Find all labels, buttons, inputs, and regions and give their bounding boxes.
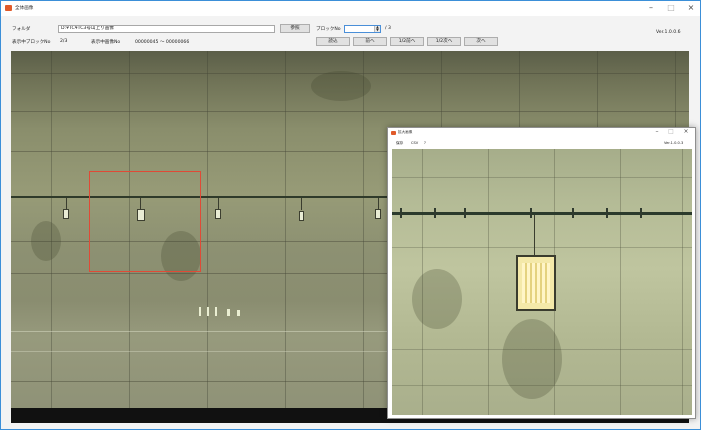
lamp-wire (301, 198, 302, 210)
title-bar: 全体画像 – □ × (1, 1, 700, 16)
close-icon[interactable]: × (681, 3, 700, 14)
zoomed-tunnel-lamp (516, 255, 556, 311)
cable-bracket (434, 208, 436, 218)
overhead-cable (392, 212, 692, 215)
main-window: 全体画像 – □ × フォルダ D:¥TC¥TC3号山上り画像 参照 ブロックN… (0, 0, 701, 430)
tunnel-lamp (215, 209, 221, 219)
half-prev-button[interactable]: 1/2前へ (390, 37, 424, 46)
folder-label: フォルダ (12, 27, 31, 32)
segment-joint (488, 149, 489, 415)
load-button[interactable]: 読込 (316, 37, 350, 46)
scan-line (11, 111, 689, 112)
zoom-title-bar: 拡大画像 – □ × (388, 128, 695, 138)
cable-bracket (606, 208, 608, 218)
scan-line (392, 247, 692, 248)
segment-joint (363, 51, 364, 408)
tunnel-lamp (375, 209, 381, 219)
wall-stain (412, 269, 462, 329)
next-button[interactable]: 次へ (464, 37, 498, 46)
tunnel-lamp (63, 209, 69, 219)
block-no-spinner[interactable]: ▲ ▼ (344, 25, 381, 33)
cable-bracket (530, 208, 532, 218)
road-mark (237, 310, 240, 316)
wall-stain (502, 319, 562, 399)
display-image-label: 表示中画像No (91, 40, 121, 45)
block-no-label: ブロックNo (316, 27, 341, 32)
cable-bracket (464, 208, 466, 218)
wall-stain (31, 221, 61, 261)
segment-joint (620, 149, 621, 415)
display-image-value: 00000045 〜 00000066 (135, 40, 190, 45)
tunnel-lamp (299, 211, 304, 221)
prev-button[interactable]: 前へ (353, 37, 387, 46)
spinner-arrow-icon[interactable]: ▲ ▼ (374, 25, 380, 32)
segment-joint (682, 149, 683, 415)
zoom-app-icon (391, 131, 396, 135)
menu-help[interactable]: ? (424, 141, 426, 145)
version-label: Ver.1.0.0.6 (656, 30, 681, 35)
wall-stain (311, 71, 371, 101)
lamp-wire (534, 215, 535, 255)
scan-line (392, 177, 692, 178)
menu-save[interactable]: 保存 (396, 141, 403, 146)
zoomed-image[interactable] (392, 149, 692, 415)
minimize-icon[interactable]: – (641, 3, 661, 14)
display-block-label: 表示中ブロックNo (12, 40, 51, 45)
half-next-button[interactable]: 1/2次へ (427, 37, 461, 46)
road-mark (207, 307, 209, 316)
close-icon[interactable]: × (679, 128, 693, 137)
road-mark (227, 309, 230, 316)
cable-bracket (640, 208, 642, 218)
maximize-icon[interactable]: □ (661, 3, 681, 14)
app-icon (5, 5, 12, 11)
road-mark (199, 307, 201, 316)
segment-joint (207, 51, 208, 408)
folder-path-input[interactable]: D:¥TC¥TC3号山上り画像 (58, 25, 275, 33)
cable-bracket (572, 208, 574, 218)
block-total: / 3 (385, 26, 391, 31)
segment-joint (285, 51, 286, 408)
maximize-icon[interactable]: □ (664, 128, 678, 137)
window-title: 全体画像 (15, 6, 34, 11)
road-mark (215, 307, 217, 316)
selection-rectangle[interactable] (89, 171, 201, 272)
zoom-window: 拡大画像 – □ × 保存 CSV ? Ver.1.0.0.3 (387, 127, 696, 419)
browse-button[interactable]: 参照 (280, 24, 310, 33)
zoom-version-label: Ver.1.0.0.3 (664, 141, 684, 145)
minimize-icon[interactable]: – (650, 128, 664, 137)
display-block-value: 2/3 (60, 39, 68, 44)
menu-csv[interactable]: CSV (411, 141, 418, 145)
cable-bracket (400, 208, 402, 218)
zoom-window-title: 拡大画像 (398, 130, 413, 134)
